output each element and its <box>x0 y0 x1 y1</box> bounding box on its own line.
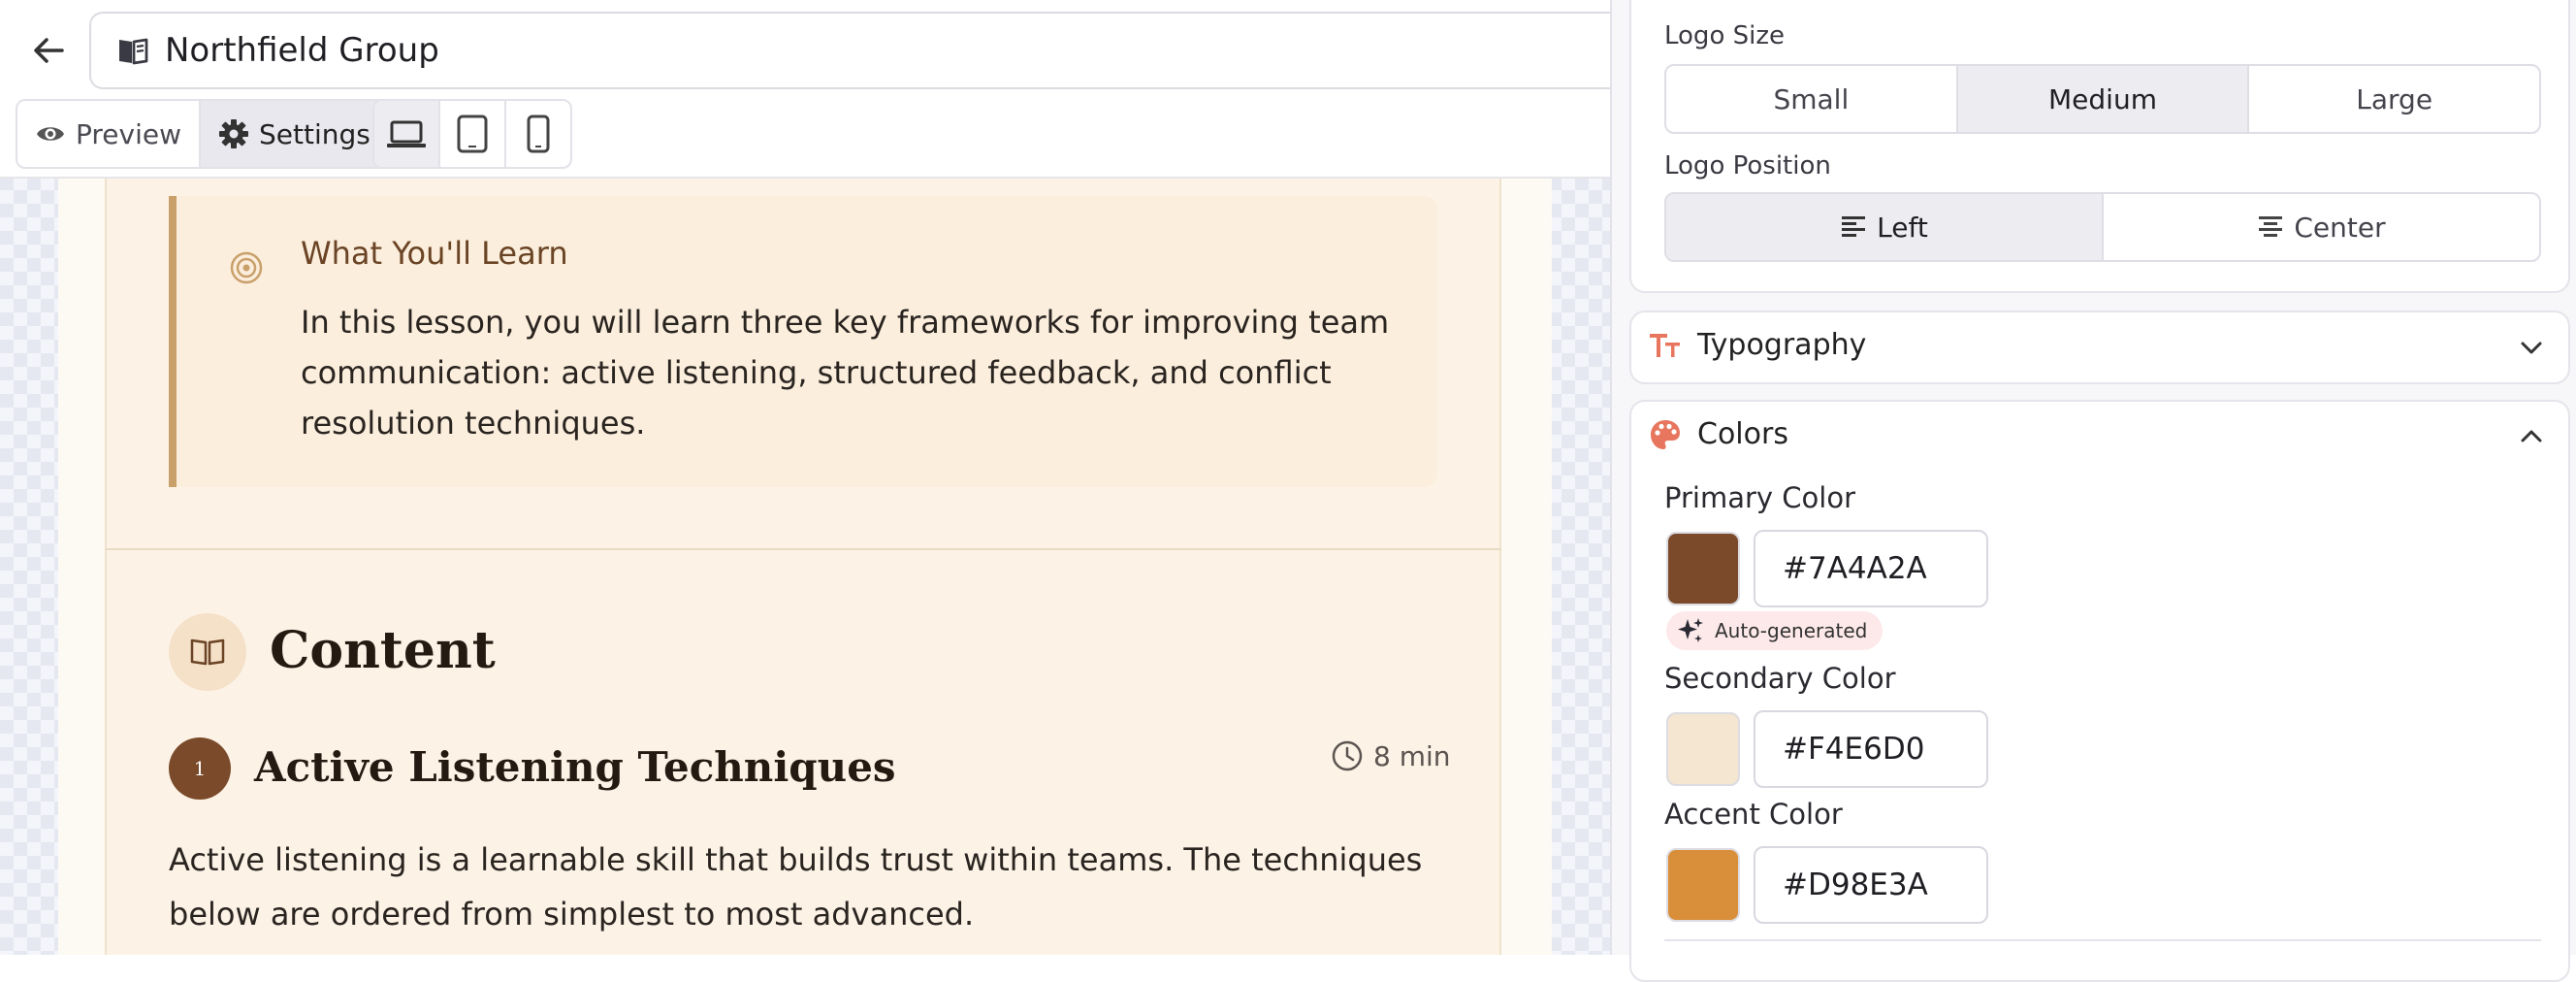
typography-header[interactable]: Typography <box>1649 328 1866 362</box>
colors-divider <box>1664 939 2541 941</box>
phone-icon <box>527 115 550 153</box>
settings-button[interactable]: Settings <box>201 101 388 167</box>
accent-color-input[interactable]: #D98E3A <box>1754 846 1988 924</box>
eye-icon <box>37 127 64 141</box>
tablet-view-button[interactable] <box>440 101 504 167</box>
laptop-icon <box>387 120 426 147</box>
clock-icon <box>1332 740 1363 771</box>
arrow-left-icon <box>34 38 64 63</box>
auto-generated-badge: Auto-generated <box>1666 611 1884 650</box>
section-title: Active Listening Techniques <box>254 743 896 791</box>
logo-position-left[interactable]: Left <box>1666 194 2104 260</box>
page-title: Northfield Group <box>165 31 439 70</box>
colors-header[interactable]: Colors <box>1649 417 1788 451</box>
preview-label: Preview <box>76 117 181 150</box>
duration-text: 8 min <box>1373 739 1451 772</box>
page-title-field[interactable]: Northfield Group <box>89 12 1641 89</box>
logo-size-large[interactable]: Large <box>2249 66 2539 132</box>
colors-label: Colors <box>1697 417 1788 451</box>
secondary-color-label: Secondary Color <box>1664 662 1896 695</box>
logo-position-label: Logo Position <box>1664 151 1831 180</box>
chevron-up-icon[interactable] <box>2516 421 2547 452</box>
device-toggle <box>372 99 572 169</box>
auto-generated-label: Auto-generated <box>1715 619 1868 642</box>
content-icon-badge <box>169 613 246 691</box>
tablet-icon <box>457 115 488 153</box>
book-open-icon <box>190 638 225 666</box>
callout-accent-bar <box>169 196 177 487</box>
content-heading: Content <box>270 621 496 680</box>
logo-size-label: Logo Size <box>1664 21 1785 50</box>
logo-position-center-label: Center <box>2294 211 2386 244</box>
mobile-view-button[interactable] <box>506 101 570 167</box>
logo-position-center[interactable]: Center <box>2104 194 2539 260</box>
back-button[interactable] <box>21 23 76 78</box>
primary-color-input[interactable]: #7A4A2A <box>1754 530 1988 607</box>
mode-toggle: Preview Settings <box>16 99 390 169</box>
gear-icon <box>219 119 248 148</box>
section-duration: 8 min <box>1331 739 1451 772</box>
section-divider <box>105 548 1501 550</box>
align-center-icon <box>2259 216 2283 237</box>
sparkles-icon <box>1678 618 1703 642</box>
book-open-icon <box>119 38 148 65</box>
logo-size-small[interactable]: Small <box>1666 66 1958 132</box>
target-icon <box>230 251 263 284</box>
logo-size-selector: Small Medium Large <box>1664 64 2541 134</box>
learn-text: In this lesson, you will learn three key… <box>301 304 1390 442</box>
accent-color-swatch[interactable] <box>1666 848 1740 922</box>
accent-color-label: Accent Color <box>1664 798 1843 831</box>
section-number-badge: 1 <box>169 737 231 800</box>
learn-title: What You'll Learn <box>301 235 568 272</box>
typography-label: Typography <box>1697 328 1867 362</box>
logo-size-medium[interactable]: Medium <box>1957 66 2250 132</box>
text-size-icon <box>1650 333 1680 357</box>
align-left-icon <box>1842 216 1866 237</box>
preview-button[interactable]: Preview <box>17 101 199 167</box>
secondary-color-swatch[interactable] <box>1666 712 1740 786</box>
logo-position-left-label: Left <box>1877 211 1928 244</box>
settings-label: Settings <box>259 117 370 150</box>
primary-color-swatch[interactable] <box>1666 532 1740 606</box>
logo-position-selector: Left Center <box>1664 192 2541 262</box>
palette-icon <box>1651 419 1680 449</box>
secondary-color-input[interactable]: #F4E6D0 <box>1754 710 1988 788</box>
primary-color-label: Primary Color <box>1664 481 1855 514</box>
desktop-view-button[interactable] <box>374 101 438 167</box>
chevron-down-icon[interactable] <box>2516 332 2547 363</box>
section-text: Active listening is a learnable skill th… <box>169 841 1423 933</box>
